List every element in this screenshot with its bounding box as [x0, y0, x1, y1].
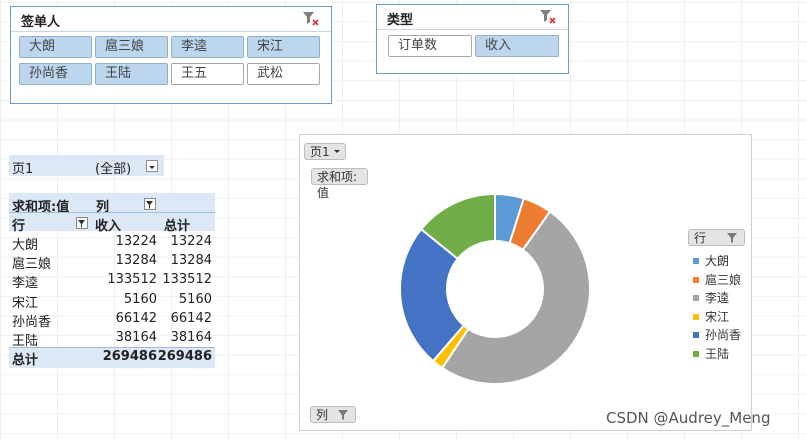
row-name: 李逵: [12, 276, 39, 292]
page-field-value: (全部): [95, 162, 132, 177]
grand-total-income: 269486: [102, 349, 157, 364]
row-income: 133512: [107, 272, 157, 288]
slicer-type-item[interactable]: 收入: [475, 35, 559, 57]
row-name: 扈三娘: [12, 257, 52, 273]
legend-item[interactable]: 王陆: [693, 345, 729, 362]
page-filter-dropdown[interactable]: [146, 160, 158, 172]
slicer-type: 类型 订单数 收入: [376, 4, 569, 74]
chart-page-field-label: 页1: [310, 145, 330, 159]
filter-icon: [338, 410, 348, 420]
slicer-type-header: 类型: [377, 5, 568, 30]
chart-col-field-button[interactable]: 列: [310, 406, 356, 423]
chevron-down-icon: [334, 150, 340, 153]
legend-swatch: [693, 295, 699, 302]
watermark: CSDN @Audrey_Meng: [606, 409, 771, 427]
slicer-signer: 签单人 大朗 扈三娘 李逵 宋江孙尚香 王陆 王五 武松: [10, 6, 332, 104]
legend-swatch: [693, 258, 699, 264]
legend-item[interactable]: 大朗: [693, 252, 729, 269]
chevron-down-icon: [149, 166, 155, 169]
row-income: 13224: [115, 234, 157, 249]
legend-label: 大朗: [705, 254, 730, 268]
filter-icon: [146, 201, 153, 209]
col-header-total: 总计: [164, 219, 191, 234]
pivot-header-line: [9, 212, 215, 213]
filter-icon: [727, 233, 737, 243]
row-field-label: 行: [12, 219, 26, 234]
slicer-signer-title: 签单人: [21, 15, 61, 30]
row-income: 66142: [115, 310, 157, 326]
slicer-signer-item[interactable]: 扈三娘: [95, 36, 168, 58]
slicer-signer-item[interactable]: 大朗: [19, 36, 92, 58]
slicer-signer-item[interactable]: 李逵: [171, 36, 244, 58]
row-total: 66142: [170, 310, 212, 326]
clear-filter-icon[interactable]: [538, 8, 556, 24]
legend-swatch: [693, 276, 699, 283]
row-name: 大朗: [12, 238, 39, 253]
legend-item[interactable]: 宋江: [693, 308, 729, 325]
chart-row-field-label: 行: [694, 231, 707, 245]
legend-label: 宋江: [705, 309, 730, 324]
grand-total-label: 总计: [12, 353, 39, 368]
legend-swatch: [693, 313, 699, 320]
row-name: 宋江: [12, 295, 39, 311]
chart-page-field-button[interactable]: 页1: [304, 143, 346, 160]
row-total: 13224: [170, 234, 212, 249]
slicer-signer-item[interactable]: 武松: [247, 63, 320, 85]
chart-values-field-button[interactable]: 求和项:值: [311, 168, 368, 200]
legend-label: 王陆: [705, 347, 730, 361]
legend-label: 扈三娘: [705, 272, 742, 287]
legend-item[interactable]: 扈三娘: [693, 271, 741, 288]
clear-filter-icon[interactable]: [301, 10, 319, 26]
row-filter-button[interactable]: [76, 217, 88, 229]
col-header-income: 收入: [95, 219, 122, 234]
row-name: 孙尚香: [12, 314, 52, 330]
slicer-signer-header: 签单人: [11, 7, 331, 32]
slicer-type-title: 类型: [387, 13, 414, 28]
chart-row-field-button[interactable]: 行: [688, 229, 745, 246]
row-income: 38164: [115, 330, 157, 345]
row-total: 5160: [178, 291, 212, 307]
slicer-signer-item[interactable]: 孙尚香: [19, 63, 92, 85]
row-total: 38164: [170, 330, 212, 345]
filter-icon: [78, 220, 85, 228]
row-income: 13284: [115, 253, 157, 269]
row-total: 133512: [162, 272, 212, 288]
row-income: 5160: [123, 291, 157, 307]
slicer-signer-item[interactable]: 王陆: [95, 63, 168, 85]
legend-label: 李逵: [705, 291, 730, 306]
slicer-type-item[interactable]: 订单数: [388, 35, 472, 57]
legend-swatch: [693, 332, 699, 339]
grand-total-total: 269486: [157, 349, 212, 364]
col-filter-button[interactable]: [144, 198, 156, 210]
legend-swatch: [693, 351, 699, 357]
chart-col-field-label: 列: [316, 408, 329, 422]
legend-item[interactable]: 孙尚香: [693, 326, 741, 343]
page-field-label: 页1: [12, 162, 34, 177]
legend-item[interactable]: 李逵: [693, 289, 729, 306]
row-total: 13284: [170, 253, 212, 269]
slicer-signer-item[interactable]: 宋江: [247, 36, 320, 58]
slicer-signer-item[interactable]: 王五: [171, 63, 244, 85]
legend-label: 孙尚香: [705, 328, 742, 343]
